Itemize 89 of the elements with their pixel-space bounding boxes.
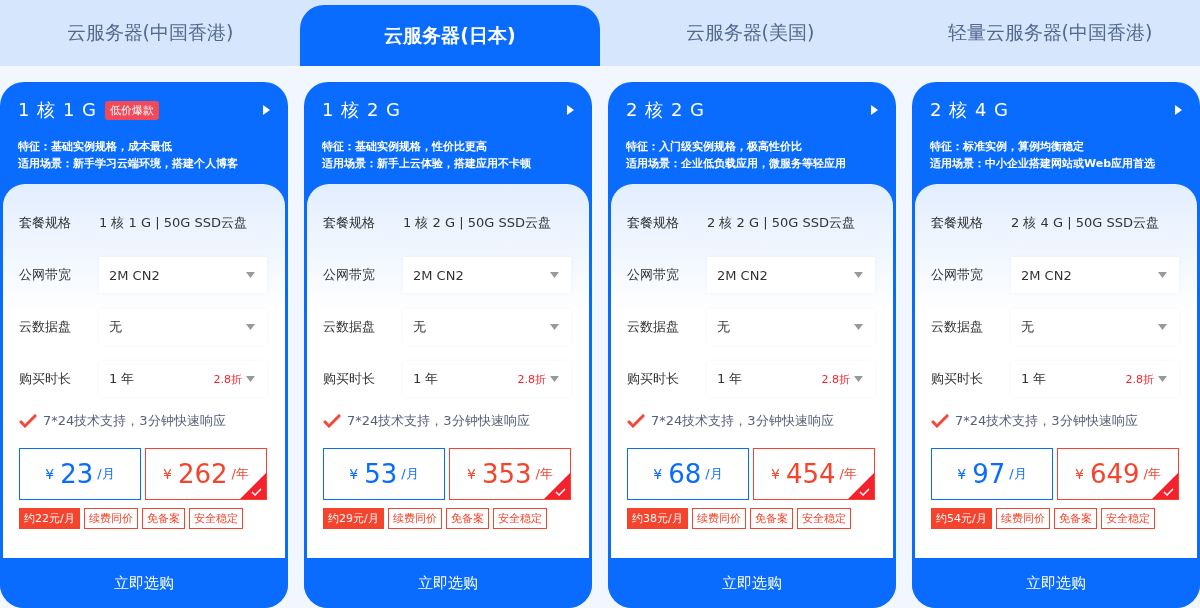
field-label: 购买时长 [627, 370, 680, 388]
feature-tag: 约54元/月 [931, 508, 992, 529]
dropdown[interactable]: 1 年 2.8折 [403, 361, 571, 397]
feature-tag: 免备案 [749, 508, 793, 529]
field-label: 云数据盘 [931, 318, 984, 336]
dropdown[interactable]: 2M CN2 [99, 257, 267, 293]
feature-tag: 约22元/月 [19, 508, 80, 529]
field-label: 套餐规格 [627, 214, 680, 232]
spec-value: 1 核 2 G | 50G SSD云盘 [403, 214, 551, 232]
dropdown[interactable]: 2M CN2 [1011, 257, 1179, 293]
dropdown[interactable]: 2M CN2 [403, 257, 571, 293]
plan-name: 2 核 4 G [930, 98, 1010, 122]
scenario-text: 适用场景：企业低负载应用，微服务等轻应用 [626, 156, 847, 172]
caret-icon [1158, 272, 1167, 278]
feature-tag: 安全稳定 [1100, 508, 1155, 529]
feature-text: 特征：基础实例规格，成本最低 [18, 139, 173, 155]
caret-icon [1158, 376, 1167, 382]
caret-icon [1158, 324, 1167, 330]
dropdown[interactable]: 无 [403, 309, 571, 345]
feature-tag: 续费同价 [83, 508, 138, 529]
feature-tag: 免备案 [1053, 508, 1097, 529]
scenario-text: 适用场景：中小企业搭建网站或Web应用首选 [930, 156, 1157, 172]
dropdown[interactable]: 无 [707, 309, 875, 345]
caret-icon [550, 376, 559, 382]
dropdown[interactable]: 1 年 2.8折 [99, 361, 267, 397]
support-text: 7*24技术支持，3分钟快速响应 [651, 412, 834, 430]
check-icon [323, 414, 341, 428]
triangle-icon[interactable] [1175, 105, 1182, 115]
support-text: 7*24技术支持，3分钟快速响应 [347, 412, 530, 430]
tab[interactable]: 云服务器(中国香港) [0, 0, 300, 66]
triangle-icon[interactable] [567, 105, 574, 115]
dropdown[interactable]: 2M CN2 [707, 257, 875, 293]
caret-icon [246, 272, 255, 278]
plan-name: 1 核 1 G [18, 98, 98, 122]
feature-tag: 安全稳定 [492, 508, 547, 529]
field-label: 公网带宽 [627, 266, 680, 284]
field-label: 云数据盘 [19, 318, 72, 336]
triangle-icon[interactable] [263, 105, 270, 115]
scenario-text: 适用场景：新手上云体验，搭建应用不卡顿 [322, 156, 532, 172]
feature-text: 特征：基础实例规格，性价比更高 [322, 139, 488, 155]
caret-icon [550, 324, 559, 330]
caret-icon [854, 376, 863, 382]
plan-name: 2 核 2 G [626, 98, 706, 122]
check-icon [19, 414, 37, 428]
feature-tag: 免备案 [141, 508, 185, 529]
caret-icon [854, 324, 863, 330]
dropdown[interactable]: 无 [99, 309, 267, 345]
caret-icon [246, 324, 255, 330]
scenario-text: 适用场景：新手学习云端环境，搭建个人博客 [18, 156, 239, 172]
support-text: 7*24技术支持，3分钟快速响应 [43, 412, 226, 430]
caret-icon [854, 272, 863, 278]
field-label: 套餐规格 [931, 214, 984, 232]
spec-value: 2 核 4 G | 50G SSD云盘 [1011, 214, 1159, 232]
field-label: 套餐规格 [19, 214, 72, 232]
check-icon [627, 414, 645, 428]
tab[interactable]: 云服务器(美国) [600, 0, 900, 66]
feature-tag: 续费同价 [691, 508, 746, 529]
field-label: 公网带宽 [931, 266, 984, 284]
caret-icon [550, 272, 559, 278]
tab[interactable]: 轻量云服务器(中国香港) [900, 0, 1200, 66]
dropdown[interactable]: 无 [1011, 309, 1179, 345]
field-label: 公网带宽 [19, 266, 72, 284]
feature-text: 特征：入门级实例规格，极高性价比 [626, 139, 803, 155]
field-label: 套餐规格 [323, 214, 376, 232]
plan-name: 1 核 2 G [322, 98, 402, 122]
feature-tag: 续费同价 [387, 508, 442, 529]
field-label: 云数据盘 [323, 318, 376, 336]
feature-text: 特征：标准实例，算例均衡稳定 [930, 139, 1085, 155]
promo-badge: 低价爆款 [105, 100, 160, 120]
field-label: 购买时长 [19, 370, 72, 388]
feature-tag: 约29元/月 [323, 508, 384, 529]
field-label: 购买时长 [323, 370, 376, 388]
spec-value: 2 核 2 G | 50G SSD云盘 [707, 214, 855, 232]
feature-tag: 安全稳定 [796, 508, 851, 529]
dropdown[interactable]: 1 年 2.8折 [707, 361, 875, 397]
feature-tag: 续费同价 [995, 508, 1050, 529]
triangle-icon[interactable] [871, 105, 878, 115]
spec-value: 1 核 1 G | 50G SSD云盘 [99, 214, 247, 232]
tab[interactable]: 云服务器(日本) [300, 5, 600, 66]
field-label: 购买时长 [931, 370, 984, 388]
feature-tag: 安全稳定 [188, 508, 243, 529]
feature-tag: 免备案 [445, 508, 489, 529]
field-label: 公网带宽 [323, 266, 376, 284]
field-label: 云数据盘 [627, 318, 680, 336]
feature-tag: 约38元/月 [627, 508, 688, 529]
check-icon [931, 414, 949, 428]
support-text: 7*24技术支持，3分钟快速响应 [955, 412, 1138, 430]
caret-icon [246, 376, 255, 382]
dropdown[interactable]: 1 年 2.8折 [1011, 361, 1179, 397]
